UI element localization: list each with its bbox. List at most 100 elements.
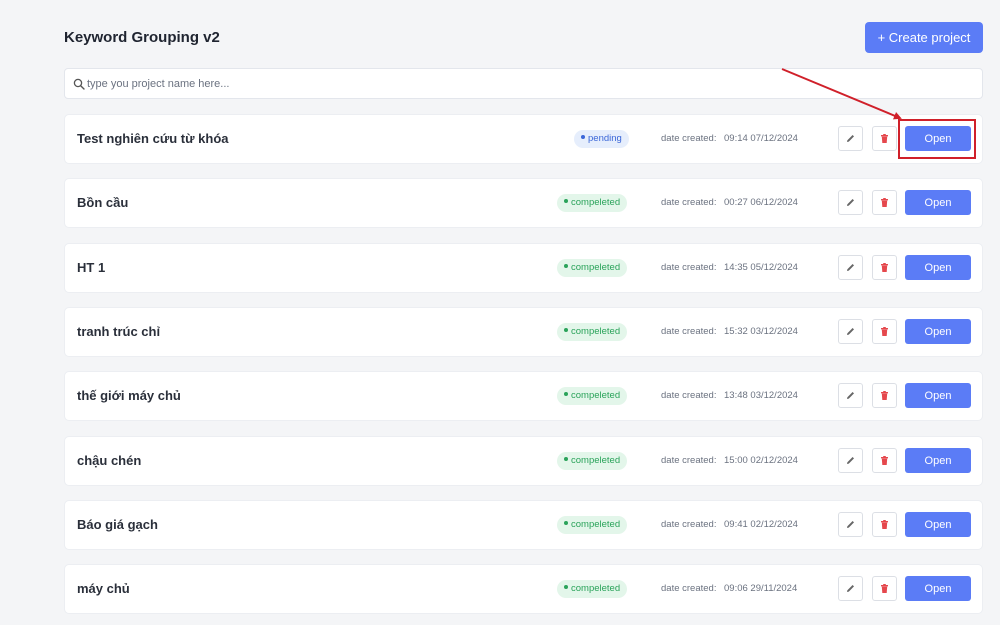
- date-created-label: date created:: [661, 519, 717, 530]
- open-project-button[interactable]: Open: [905, 512, 971, 537]
- open-project-button[interactable]: Open: [905, 319, 971, 344]
- trash-icon: [881, 263, 888, 272]
- delete-project-button[interactable]: [872, 319, 897, 344]
- project-row: chậu chén compeleted date created: 15:00…: [64, 436, 983, 486]
- open-project-button[interactable]: Open: [905, 448, 971, 473]
- date-created-label: date created:: [661, 455, 717, 466]
- project-name: Báo giá gạch: [77, 517, 158, 532]
- pencil-icon: [847, 392, 854, 399]
- project-name: thế giới máy chủ: [77, 388, 181, 403]
- status-badge: compeleted: [557, 387, 628, 405]
- trash-icon: [881, 456, 888, 465]
- status-badge: compeleted: [557, 323, 628, 341]
- project-row: tranh trúc chỉ compeleted date created: …: [64, 307, 983, 357]
- status-dot-icon: [564, 392, 568, 397]
- date-created-label: date created:: [661, 197, 717, 208]
- project-row: thế giới máy chủ compeleted date created…: [64, 371, 983, 421]
- status-dot-icon: [564, 328, 568, 333]
- project-name: HT 1: [77, 260, 106, 275]
- date-created-label: date created:: [661, 262, 717, 273]
- status-label: compeleted: [571, 583, 621, 594]
- trash-icon: [881, 198, 888, 207]
- date-created-label: date created:: [661, 133, 717, 144]
- pencil-icon: [847, 135, 854, 142]
- create-project-button[interactable]: + Create project: [865, 22, 983, 53]
- delete-project-button[interactable]: [872, 448, 897, 473]
- delete-project-button[interactable]: [872, 255, 897, 280]
- trash-icon: [881, 391, 888, 400]
- edit-project-button[interactable]: [838, 126, 863, 151]
- delete-project-button[interactable]: [872, 190, 897, 215]
- pencil-icon: [847, 457, 854, 464]
- status-label: compeleted: [571, 197, 621, 208]
- date-created-value: 14:35 05/12/2024: [724, 262, 798, 273]
- pencil-icon: [847, 264, 854, 271]
- project-search[interactable]: [64, 68, 983, 99]
- status-dot-icon: [564, 585, 568, 590]
- open-project-button[interactable]: Open: [905, 126, 971, 151]
- trash-icon: [881, 134, 888, 143]
- open-project-button[interactable]: Open: [905, 383, 971, 408]
- page-title: Keyword Grouping v2: [64, 29, 220, 46]
- edit-project-button[interactable]: [838, 319, 863, 344]
- open-project-button[interactable]: Open: [905, 255, 971, 280]
- open-project-button[interactable]: Open: [905, 190, 971, 215]
- pencil-icon: [847, 521, 854, 528]
- status-dot-icon: [564, 521, 568, 526]
- date-created-label: date created:: [661, 326, 717, 337]
- project-row: Test nghiên cứu từ khóa pending date cre…: [64, 114, 983, 164]
- pencil-icon: [847, 328, 854, 335]
- status-badge: compeleted: [557, 516, 628, 534]
- status-badge: compeleted: [557, 259, 628, 277]
- project-name: Test nghiên cứu từ khóa: [77, 131, 229, 146]
- status-badge: compeleted: [557, 452, 628, 470]
- delete-project-button[interactable]: [872, 126, 897, 151]
- delete-project-button[interactable]: [872, 383, 897, 408]
- trash-icon: [881, 327, 888, 336]
- status-label: compeleted: [571, 519, 621, 530]
- status-dot-icon: [564, 264, 568, 269]
- project-row: máy chủ compeleted date created: 09:06 2…: [64, 564, 983, 614]
- trash-icon: [881, 520, 888, 529]
- project-row: Bồn cầu compeleted date created: 00:27 0…: [64, 178, 983, 228]
- status-badge: compeleted: [557, 580, 628, 598]
- project-name: tranh trúc chỉ: [77, 324, 161, 339]
- search-icon: [73, 78, 85, 90]
- status-badge: pending: [574, 130, 629, 148]
- status-dot-icon: [581, 135, 585, 140]
- edit-project-button[interactable]: [838, 448, 863, 473]
- trash-icon: [881, 584, 888, 593]
- status-badge: compeleted: [557, 194, 628, 212]
- status-dot-icon: [564, 457, 568, 462]
- date-created-value: 00:27 06/12/2024: [724, 197, 798, 208]
- delete-project-button[interactable]: [872, 576, 897, 601]
- page-header: Keyword Grouping v2 + Create project: [64, 22, 984, 54]
- pencil-icon: [847, 199, 854, 206]
- date-created-value: 15:00 02/12/2024: [724, 455, 798, 466]
- status-label: pending: [588, 133, 622, 144]
- status-label: compeleted: [571, 455, 621, 466]
- project-name: chậu chén: [77, 453, 142, 468]
- search-input[interactable]: [87, 70, 967, 97]
- date-created-label: date created:: [661, 583, 717, 594]
- date-created-value: 09:06 29/11/2024: [724, 583, 798, 594]
- project-name: Bồn cầu: [77, 195, 129, 210]
- open-project-button[interactable]: Open: [905, 576, 971, 601]
- project-row: HT 1 compeleted date created: 14:35 05/1…: [64, 243, 983, 293]
- project-row: Báo giá gạch compeleted date created: 09…: [64, 500, 983, 550]
- edit-project-button[interactable]: [838, 255, 863, 280]
- date-created-value: 09:41 02/12/2024: [724, 519, 798, 530]
- edit-project-button[interactable]: [838, 576, 863, 601]
- edit-project-button[interactable]: [838, 190, 863, 215]
- status-dot-icon: [564, 199, 568, 204]
- date-created-label: date created:: [661, 390, 717, 401]
- delete-project-button[interactable]: [872, 512, 897, 537]
- edit-project-button[interactable]: [838, 512, 863, 537]
- edit-project-button[interactable]: [838, 383, 863, 408]
- date-created-value: 15:32 03/12/2024: [724, 326, 798, 337]
- status-label: compeleted: [571, 390, 621, 401]
- project-name: máy chủ: [77, 581, 130, 596]
- status-label: compeleted: [571, 262, 621, 273]
- pencil-icon: [847, 585, 854, 592]
- date-created-value: 13:48 03/12/2024: [724, 390, 798, 401]
